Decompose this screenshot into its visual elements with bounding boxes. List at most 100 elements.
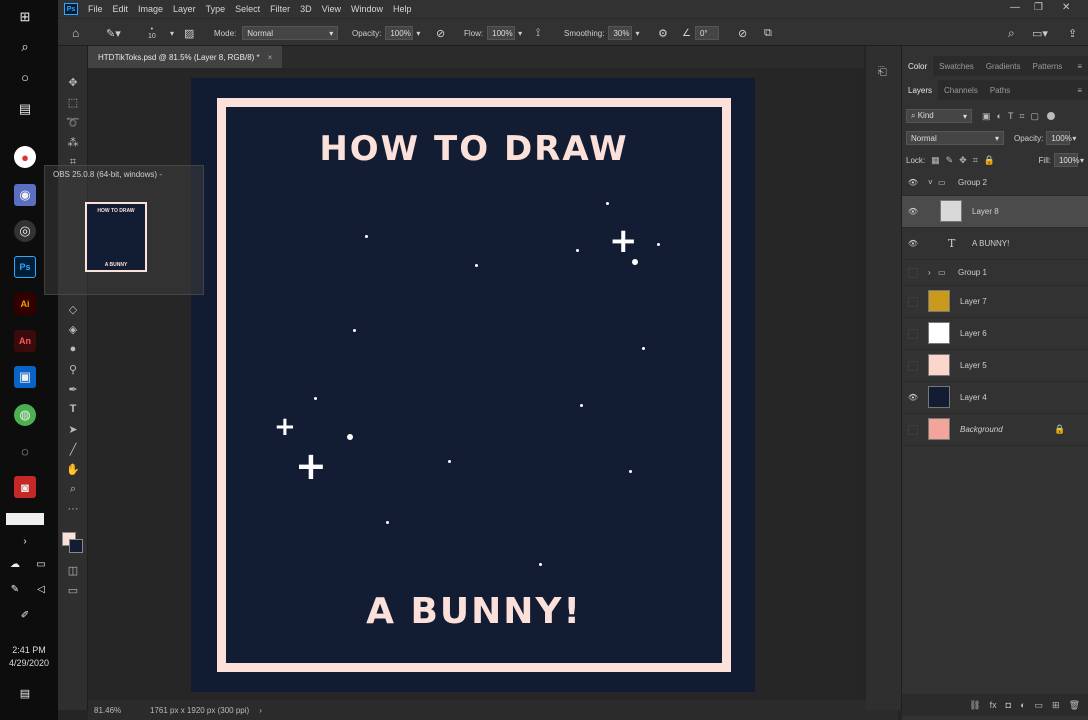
fill-input[interactable]: 100%	[1053, 153, 1079, 167]
chevron-down-icon[interactable]: ▾	[170, 19, 174, 47]
chrome-icon[interactable]: ●	[14, 146, 36, 168]
brush-settings-icon[interactable]: ▨	[184, 19, 194, 47]
document-tab[interactable]: HTDTikToks.psd @ 81.5% (Layer 8, RGB/8) …	[88, 46, 283, 68]
lock-icon[interactable]: 🔒	[1054, 424, 1065, 435]
blend-mode-select[interactable]: Normal ▾	[906, 131, 1004, 145]
clock-time[interactable]: 2:41 PM	[0, 645, 58, 655]
fx-icon[interactable]: fx	[990, 700, 997, 710]
layer-row-group-2[interactable]: 👁 ˅ ▭ Group 2	[902, 170, 1088, 196]
magic-wand-tool-icon[interactable]: ⁂	[65, 134, 81, 150]
close-icon[interactable]: ×	[268, 53, 273, 62]
zoom-tool-icon[interactable]: ⌕	[65, 481, 81, 497]
symmetry-icon[interactable]: ⧉	[764, 19, 772, 47]
background-color-swatch[interactable]	[69, 539, 83, 553]
close-icon[interactable]: ✕	[1062, 2, 1070, 13]
illustrator-icon[interactable]: Ai	[14, 293, 36, 315]
adjustment-layer-icon[interactable]: ◐	[1020, 700, 1025, 710]
discord-icon[interactable]: ◉	[14, 184, 36, 206]
tab-channels[interactable]: Channels	[938, 80, 984, 100]
eye-icon[interactable]: 👁	[908, 207, 918, 217]
canvas-area[interactable]: HOW TO DRAW A BUNNY! + + +	[88, 68, 854, 700]
menu-type[interactable]: Type	[206, 4, 226, 14]
paint-bucket-tool-icon[interactable]: ◈	[65, 321, 81, 337]
home-icon[interactable]: ⌂	[72, 19, 79, 47]
menu-help[interactable]: Help	[393, 4, 412, 14]
eye-icon[interactable]: 👁	[908, 178, 918, 188]
tab-paths[interactable]: Paths	[984, 80, 1016, 100]
animate-icon[interactable]: An	[14, 330, 36, 352]
layer-opacity-input[interactable]: 100%	[1046, 131, 1072, 145]
panel-menu-icon[interactable]: ≡	[1077, 86, 1082, 95]
menu-filter[interactable]: Filter	[270, 4, 290, 14]
mode-select[interactable]: Normal ▾	[242, 26, 339, 40]
stylus-icon[interactable]: ✐	[14, 604, 36, 626]
brush-tool-preset-icon[interactable]: ✎▾	[106, 19, 121, 47]
marquee-tool-icon[interactable]: ⬚	[65, 94, 81, 110]
type-tool-icon[interactable]: T	[65, 401, 81, 417]
layer-row-a-bunny[interactable]: 👁 T A BUNNY!	[902, 228, 1088, 260]
chevron-right-icon[interactable]: ›	[928, 268, 931, 277]
brush-size-picker[interactable]: • 10	[148, 19, 156, 47]
task-view-icon[interactable]: ▤	[14, 98, 36, 120]
lock-options-icons[interactable]: ▦✎✥⌗🔒	[931, 155, 1001, 166]
screen-mode-icon[interactable]: ▭	[65, 582, 81, 598]
chevron-down-icon[interactable]: ▾	[416, 29, 420, 38]
tab-color[interactable]: Color	[902, 56, 934, 76]
menu-view[interactable]: View	[322, 4, 341, 14]
hidden-eye-box[interactable]	[908, 296, 918, 307]
dodge-tool-icon[interactable]: ⚲	[65, 361, 81, 377]
layer-row-layer-8[interactable]: 👁 Layer 8	[902, 196, 1088, 228]
maps-icon[interactable]: ◍	[14, 404, 36, 426]
menu-layer[interactable]: Layer	[173, 4, 196, 14]
volume-icon[interactable]: ◁	[30, 578, 52, 600]
hidden-eye-box[interactable]	[908, 360, 918, 371]
obs-window-preview[interactable]: OBS 25.0.8 (64-bit, windows) - HOW TO DR…	[44, 165, 204, 295]
delete-layer-icon[interactable]: 🗑	[1069, 700, 1080, 711]
workspace-icon[interactable]: ▭▾	[1032, 19, 1048, 47]
pen-tool-icon[interactable]: ✒	[65, 381, 81, 397]
angle-input[interactable]: 0°	[694, 26, 719, 40]
network-icon[interactable]: ▭	[30, 553, 52, 575]
ring-app-icon[interactable]: ◌	[14, 440, 36, 462]
layer-row-layer-4[interactable]: 👁 Layer 4	[902, 382, 1088, 414]
chevron-down-icon[interactable]: ▾	[1072, 134, 1076, 143]
chevron-down-icon[interactable]: ▾	[635, 29, 639, 38]
panel-menu-icon[interactable]: ≡	[1077, 62, 1082, 71]
pen-icon[interactable]: ✎	[4, 578, 26, 600]
layer-filter-icons[interactable]: ▣◐T⌗▢	[982, 111, 1045, 122]
red-app-icon[interactable]: ◙	[14, 476, 36, 498]
zoom-level[interactable]: 81.46%	[94, 706, 144, 715]
layer-filter-select[interactable]: ⌕ Kind ▾	[906, 109, 972, 123]
chevron-down-icon[interactable]: ▾	[518, 29, 522, 38]
menu-image[interactable]: Image	[138, 4, 163, 14]
eye-icon[interactable]: 👁	[908, 393, 918, 403]
blur-tool-icon[interactable]: ●	[65, 341, 81, 357]
obs-icon[interactable]: ◎	[14, 220, 36, 242]
chevron-down-icon[interactable]: ▾	[1080, 156, 1084, 165]
menu-file[interactable]: File	[88, 4, 103, 14]
filter-toggle-icon[interactable]	[1047, 112, 1056, 120]
gear-icon[interactable]: ⚙	[658, 19, 668, 47]
path-selection-tool-icon[interactable]: ➤	[65, 421, 81, 437]
more-tools-icon[interactable]: ···	[65, 501, 81, 517]
document-canvas[interactable]: HOW TO DRAW A BUNNY! + + +	[191, 78, 755, 692]
pressure-opacity-icon[interactable]: ⊘	[436, 19, 445, 47]
tab-layers[interactable]: Layers	[902, 80, 939, 100]
layer-row-layer-6[interactable]: Layer 6	[902, 318, 1088, 350]
cloud-icon[interactable]: ☁	[4, 553, 26, 575]
store-icon[interactable]: ▣	[14, 366, 36, 388]
layer-row-layer-7[interactable]: Layer 7	[902, 286, 1088, 318]
new-layer-icon[interactable]: ⊞	[1052, 700, 1060, 711]
clock-date[interactable]: 4/29/2020	[0, 658, 58, 668]
menu-3d[interactable]: 3D	[300, 4, 312, 14]
quick-mask-icon[interactable]: ◫	[65, 562, 81, 578]
share-icon[interactable]: ⇪	[1068, 19, 1077, 47]
chevron-right-icon[interactable]: ›	[14, 530, 36, 552]
photoshop-icon[interactable]: Ps	[14, 256, 36, 278]
minimize-icon[interactable]: —	[1010, 2, 1020, 13]
history-panel-icon[interactable]: ⎗	[878, 66, 887, 79]
new-group-icon[interactable]: ▭	[1035, 700, 1044, 711]
airbrush-icon[interactable]: ⟟	[536, 19, 540, 47]
menu-select[interactable]: Select	[235, 4, 260, 14]
eraser-tool-icon[interactable]: ◇	[65, 301, 81, 317]
